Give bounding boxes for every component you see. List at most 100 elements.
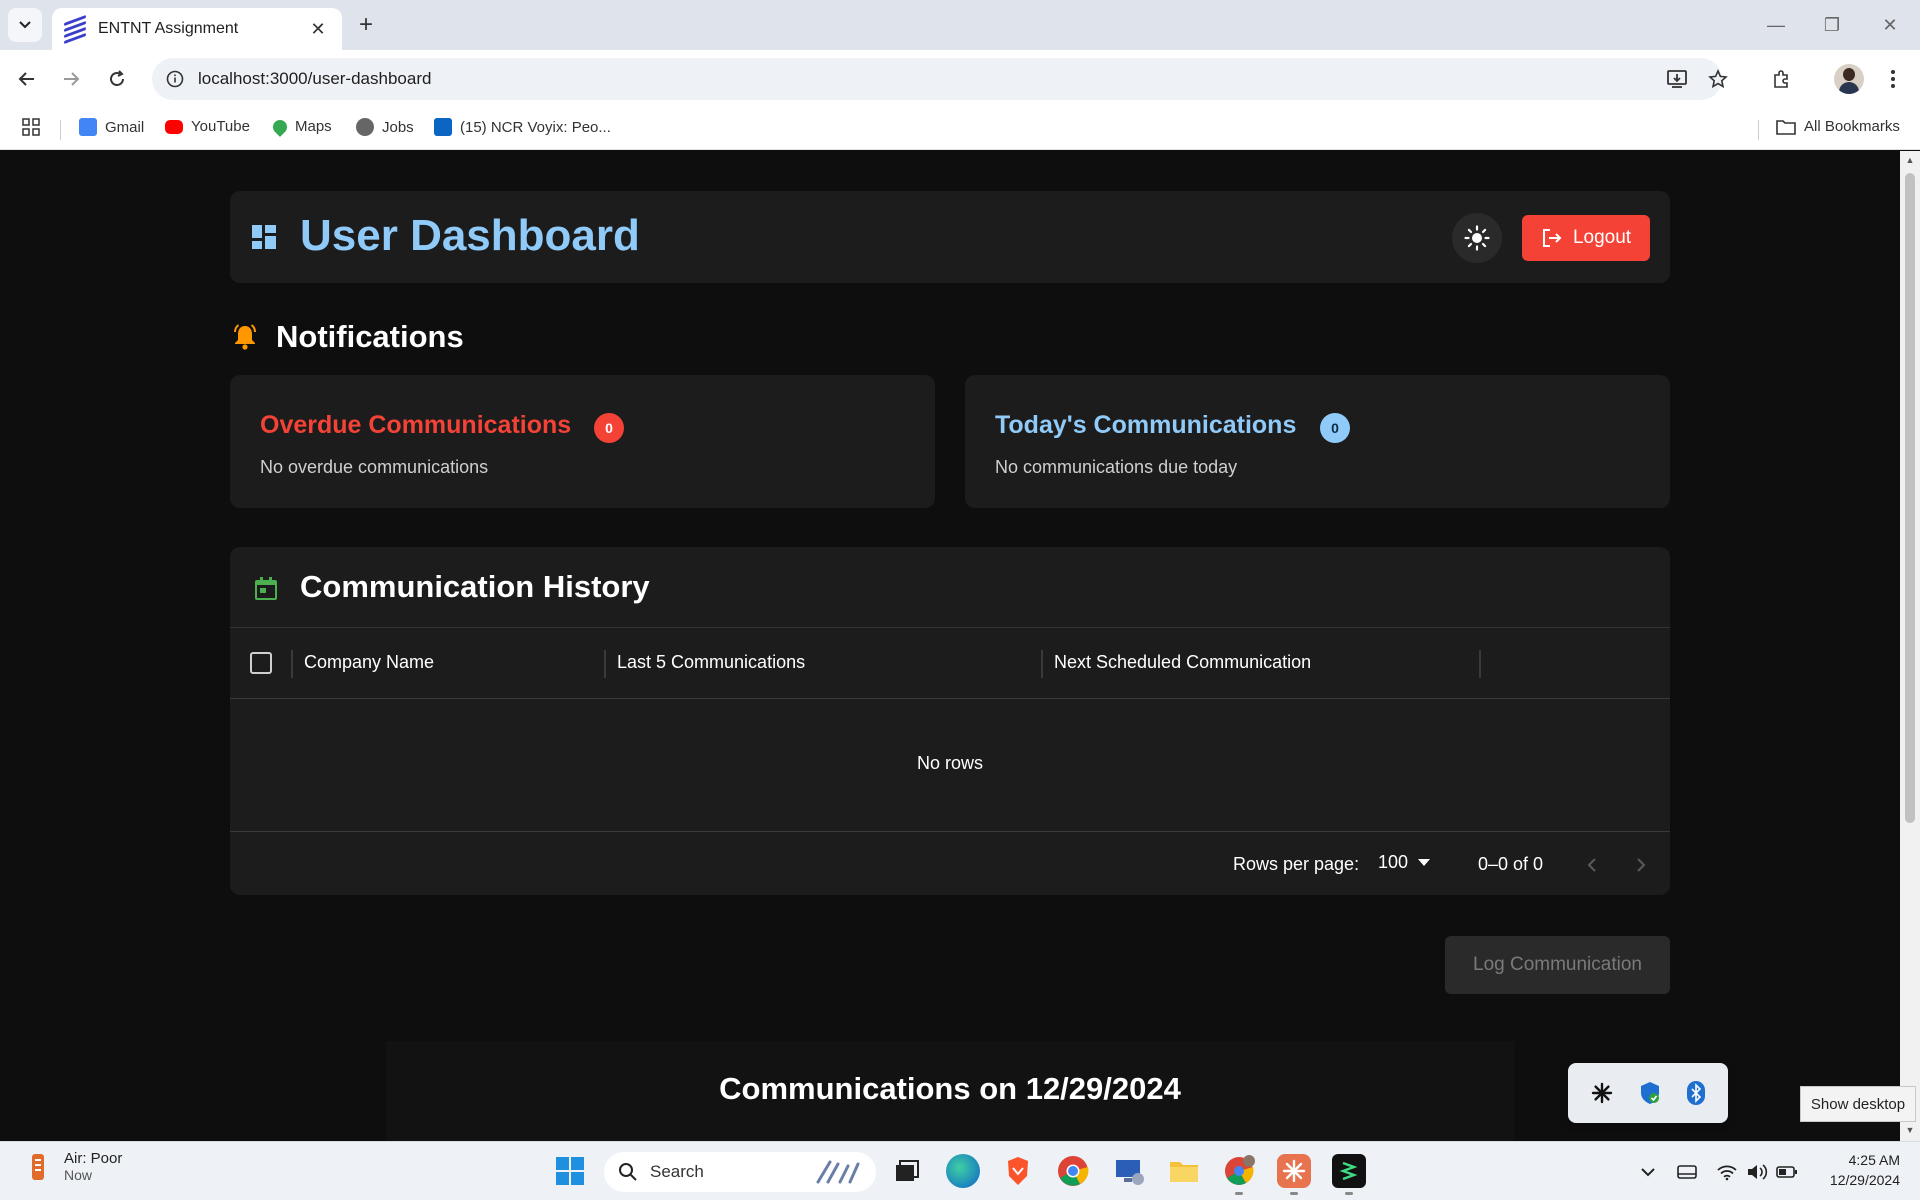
bookmarks-divider (60, 120, 61, 140)
column-header-company[interactable]: Company Name (304, 652, 434, 673)
tab-search-button[interactable] (8, 8, 42, 42)
chrome-profile-app-icon[interactable] (1222, 1154, 1256, 1188)
bookmark-star-icon[interactable] (1703, 64, 1733, 94)
taskbar-search-box[interactable]: Search (604, 1152, 876, 1192)
extensions-icon[interactable] (1766, 64, 1796, 94)
reload-button[interactable] (102, 64, 132, 94)
bookmark-label: Jobs (382, 118, 414, 136)
chevron-right-icon (1637, 858, 1646, 872)
communications-date-title: Communications on 12/29/2024 (719, 1071, 1181, 1106)
no-rows-message: No rows (916, 753, 983, 773)
brave-app-icon[interactable] (1001, 1154, 1035, 1188)
maps-pin-icon (270, 116, 290, 137)
minimize-button[interactable]: — (1758, 12, 1794, 38)
theme-toggle-button[interactable] (1452, 213, 1502, 263)
weather-main-text: Air: Poor (64, 1150, 123, 1167)
next-page-button[interactable] (1626, 850, 1656, 880)
column-separator[interactable] (1041, 650, 1043, 678)
calendar-icon (255, 577, 277, 600)
taskbar-search-placeholder: Search (650, 1162, 704, 1181)
logout-button[interactable]: Logout (1522, 215, 1650, 261)
folder-icon (1776, 119, 1796, 135)
address-bar[interactable]: localhost:3000/user-dashboard (152, 58, 1722, 100)
tab-close-icon[interactable]: ✕ (306, 19, 330, 40)
browser-toolbar: localhost:3000/user-dashboard (0, 50, 1920, 108)
arrow-left-icon (18, 72, 34, 86)
site-info-icon[interactable] (166, 70, 184, 88)
bookmark-gmail[interactable]: Gmail (79, 118, 144, 136)
column-header-next-scheduled[interactable]: Next Scheduled Communication (1054, 652, 1311, 673)
scrollbar-thumb[interactable] (1905, 173, 1915, 823)
battery-icon[interactable] (1775, 1160, 1799, 1184)
overdue-empty-text: No overdue communications (260, 457, 489, 477)
previous-page-button[interactable] (1577, 850, 1607, 880)
tray-overflow-chevron-icon[interactable] (1636, 1160, 1660, 1184)
bell-ringing-icon (234, 324, 256, 350)
caret-down-icon (1418, 858, 1431, 866)
rows-per-page-select[interactable]: 100 (1378, 852, 1431, 873)
chevron-left-icon (1587, 858, 1596, 872)
install-app-icon[interactable] (1662, 64, 1692, 94)
wifi-icon[interactable] (1715, 1160, 1739, 1184)
start-button[interactable] (553, 1154, 587, 1188)
page-scrollbar[interactable]: ▲ ▼ (1900, 151, 1920, 1141)
weather-widget[interactable]: Air: Poor Now (24, 1150, 122, 1183)
dashboard-icon (252, 225, 276, 249)
column-separator[interactable] (1479, 650, 1481, 678)
back-button[interactable] (12, 64, 42, 94)
claude-app-icon[interactable] (1277, 1154, 1311, 1188)
chrome-app-icon[interactable] (1056, 1154, 1090, 1188)
task-view-icon (896, 1160, 919, 1181)
bookmark-youtube[interactable]: YouTube (165, 118, 250, 135)
running-indicator (1345, 1192, 1353, 1195)
today-count-badge: 0 (1320, 413, 1350, 443)
table-pagination: Rows per page: 100 0–0 of 0 (230, 831, 1670, 895)
all-bookmarks-button[interactable]: All Bookmarks (1776, 118, 1900, 135)
file-explorer-app-icon[interactable] (1167, 1154, 1201, 1188)
bookmark-label: YouTube (191, 118, 250, 135)
air-quality-icon (32, 1153, 44, 1180)
bluetooth-icon[interactable] (1687, 1081, 1705, 1105)
restore-button[interactable]: ❐ (1814, 12, 1850, 38)
bookmark-jobs[interactable]: Jobs (356, 118, 414, 136)
volume-icon[interactable] (1745, 1160, 1769, 1184)
new-tab-button[interactable]: + (352, 12, 380, 40)
log-communication-button[interactable]: Log Communication (1445, 936, 1670, 994)
terminal-app-icon[interactable] (1332, 1154, 1366, 1188)
linkedin-icon (434, 118, 452, 136)
system-clock[interactable]: 4:25 AM 12/29/2024 (1810, 1150, 1900, 1190)
remote-desktop-app-icon[interactable] (1112, 1154, 1146, 1188)
reload-icon (110, 70, 124, 86)
forward-button[interactable] (56, 64, 86, 94)
security-shield-icon[interactable] (1639, 1081, 1661, 1105)
entnt-favicon-icon (64, 14, 86, 44)
chevron-down-icon (19, 21, 31, 29)
edge-app-icon[interactable] (946, 1154, 980, 1188)
bookmark-label: (15) NCR Voyix: Peo... (460, 118, 611, 136)
communication-history-card: Communication History Company Name Last … (230, 547, 1670, 895)
profile-avatar[interactable] (1834, 64, 1864, 94)
scroll-down-icon[interactable]: ▼ (1904, 1125, 1916, 1135)
column-separator[interactable] (291, 650, 293, 678)
starburst-app-icon[interactable] (1591, 1082, 1613, 1104)
running-indicator (1235, 1192, 1243, 1195)
select-all-checkbox[interactable] (250, 652, 272, 674)
bookmark-linkedin[interactable]: (15) NCR Voyix: Peo... (434, 118, 611, 136)
column-separator[interactable] (604, 650, 606, 678)
close-window-button[interactable]: ✕ (1872, 12, 1908, 38)
gmail-icon (79, 118, 97, 136)
column-header-last-five[interactable]: Last 5 Communications (617, 652, 805, 673)
apps-grid-icon[interactable] (22, 118, 40, 136)
scroll-up-icon[interactable]: ▲ (1904, 155, 1916, 165)
page-title: User Dashboard (300, 211, 640, 260)
rows-per-page-label: Rows per page: (1233, 854, 1360, 874)
browser-menu-icon[interactable] (1878, 64, 1908, 94)
task-view-button[interactable] (889, 1154, 923, 1188)
page-viewport: User Dashboard Logout Notifications Over… (0, 151, 1900, 1141)
browser-tab[interactable]: ENTNT Assignment ✕ (52, 8, 342, 50)
logout-label: Logout (1572, 227, 1632, 248)
bookmark-maps[interactable]: Maps (270, 116, 332, 137)
pagination-range: 0–0 of 0 (1478, 854, 1544, 874)
arrow-right-icon (64, 72, 80, 86)
tablet-mode-icon[interactable] (1675, 1160, 1699, 1184)
